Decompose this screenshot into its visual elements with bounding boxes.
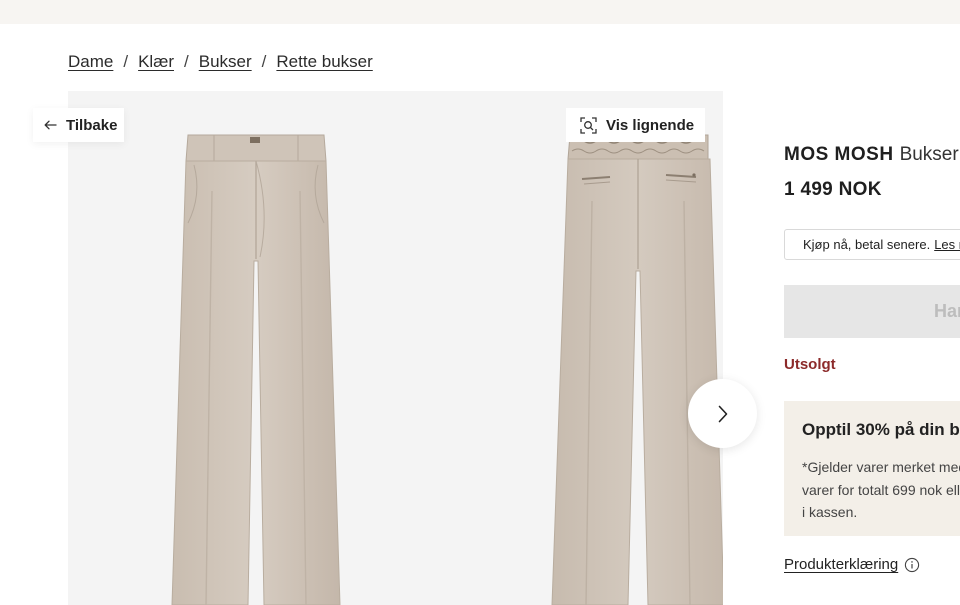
breadcrumb-item-dame[interactable]: Dame	[68, 52, 113, 72]
show-similar-label: Vis lignende	[606, 116, 695, 134]
promo-title: Opptil 30% på din bes	[802, 420, 960, 439]
next-image-button[interactable]	[688, 379, 757, 448]
promo-line: i kassen.	[802, 504, 858, 520]
product-declaration-link[interactable]: Produkterklæring	[784, 556, 898, 573]
breadcrumb-separator: /	[123, 52, 129, 71]
product-title: Bukser m	[899, 144, 960, 165]
product-price: 1 499 NOK	[784, 179, 882, 200]
promo-line: *Gjelder varer merket med	[802, 459, 960, 475]
add-to-cart-button[interactable]: Han	[784, 285, 960, 338]
product-declaration: Produkterklæring	[784, 556, 920, 573]
arrow-left-icon	[44, 118, 58, 132]
chevron-right-icon	[718, 405, 728, 423]
product-gallery[interactable]	[68, 91, 723, 605]
back-button[interactable]: Tilbake	[33, 108, 124, 142]
info-circle-icon[interactable]	[904, 557, 920, 573]
visual-search-icon	[580, 116, 597, 134]
breadcrumb: Dame / Klær / Bukser / Rette bukser	[68, 50, 373, 74]
payment-info-box: Kjøp nå, betal senere. Les m	[784, 229, 960, 260]
payment-info-text: Kjøp nå, betal senere.	[803, 237, 931, 252]
top-bar	[0, 0, 960, 24]
breadcrumb-item-rette-bukser[interactable]: Rette bukser	[276, 52, 372, 72]
breadcrumb-item-bukser[interactable]: Bukser	[199, 52, 252, 72]
promo-box: Opptil 30% på din bes *Gjelder varer mer…	[784, 401, 960, 536]
promo-text: *Gjelder varer merket med varer for tota…	[802, 456, 960, 524]
product-brand[interactable]: MOS MOSH	[784, 144, 894, 165]
breadcrumb-separator: /	[261, 52, 267, 71]
breadcrumb-item-klaer[interactable]: Klær	[138, 52, 174, 72]
show-similar-button[interactable]: Vis lignende	[566, 108, 705, 142]
product-image-front	[171, 134, 341, 605]
promo-line: varer for totalt 699 nok elle	[802, 481, 960, 498]
back-button-label: Tilbake	[66, 116, 118, 134]
stock-status: Utsolgt	[784, 356, 836, 373]
payment-info-link[interactable]: Les m	[934, 237, 960, 252]
product-image-back	[551, 134, 723, 605]
product-heading: MOS MOSHBukser m	[784, 144, 960, 166]
breadcrumb-separator: /	[184, 52, 189, 71]
